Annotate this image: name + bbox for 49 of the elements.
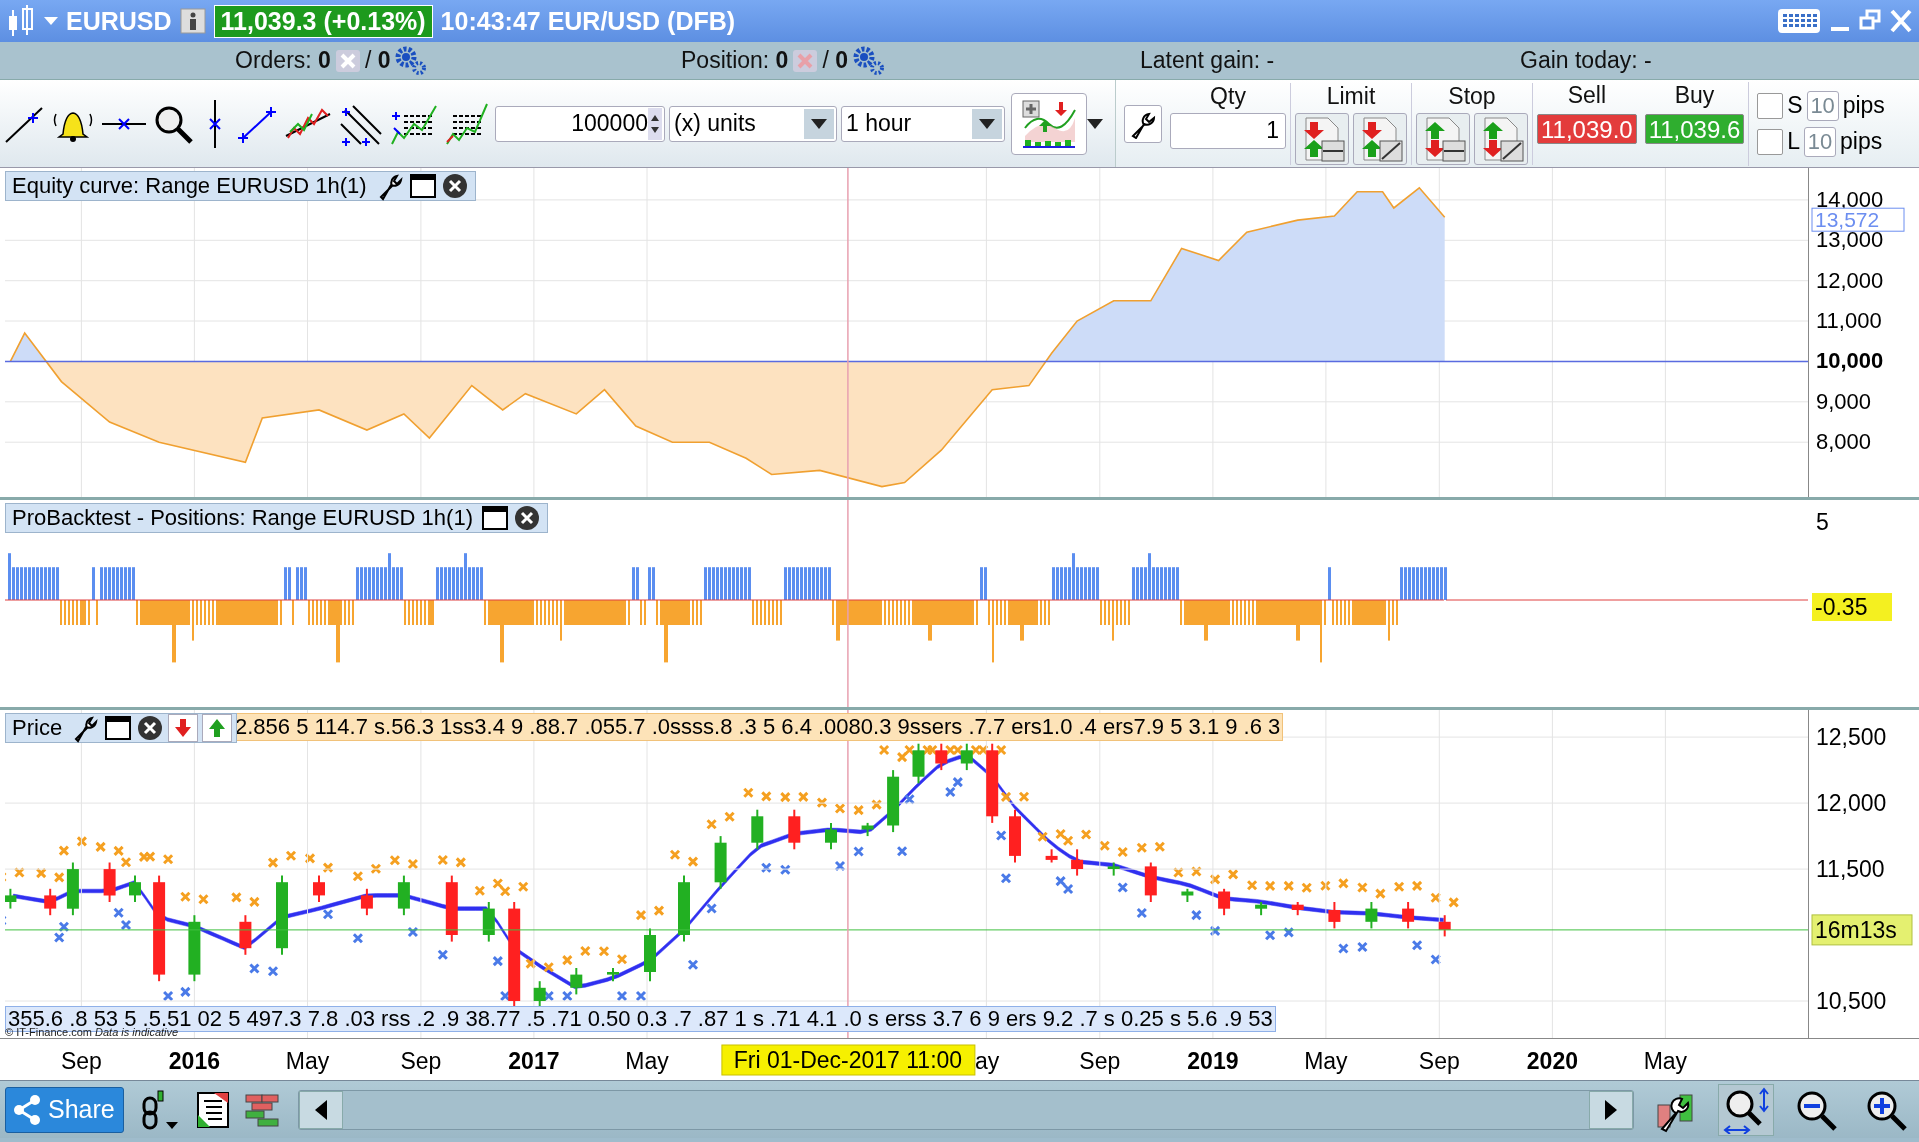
date-label: Sep: [1079, 1048, 1121, 1074]
orders-count: Orders: 0: [235, 47, 331, 74]
copyright-notice: © IT-Finance.com Data is indicative: [5, 1026, 179, 1038]
axis-tick-label: 12,500: [1816, 724, 1887, 751]
panel-title: ProBacktest - Positions: Range EURUSD 1h(1): [12, 505, 473, 531]
date-label: May: [625, 1048, 669, 1074]
axis-tick-label: 8,000: [1816, 429, 1872, 455]
column-label: Stop: [1448, 82, 1496, 111]
column-label: Limit: [1326, 82, 1376, 111]
unit-label: pips: [1842, 92, 1885, 119]
date-label: May: [1643, 1048, 1688, 1074]
date-label: 2019: [1187, 1048, 1239, 1074]
date-label: May: [1304, 1048, 1348, 1074]
column-label: Qty: [1210, 82, 1246, 111]
crosshair-date-label: Fri 01-Dec-2017 11:00: [721, 1044, 976, 1076]
latent-gain: Latent gain: -: [1140, 47, 1275, 74]
last-value-label: 13,572: [1811, 207, 1905, 232]
current-value-label: -0.35: [1812, 593, 1892, 621]
protection-label: L: [1787, 128, 1801, 155]
unit-label: pips: [1840, 128, 1883, 155]
protection-label: S: [1787, 92, 1803, 119]
quote-time: 10:43:47 EUR/USD (DFB): [440, 6, 736, 36]
price-change-badge: 11,039.3 (+0.13%): [213, 4, 433, 38]
pending-count: / 0: [364, 47, 391, 74]
panel-title: Price: [12, 715, 63, 741]
date-label: May: [285, 1048, 330, 1074]
axis-tick-label: 10,500: [1816, 988, 1887, 1014]
axis-tick-label: 11,500: [1816, 856, 1885, 883]
date-label: 2016: [168, 1048, 220, 1074]
date-label: ay: [974, 1048, 1000, 1074]
column-label: Sell: [1567, 81, 1606, 110]
axis-tick-label: 11,000: [1816, 308, 1882, 333]
position-count: Position: 0: [681, 47, 789, 74]
date-label: Sep: [400, 1048, 442, 1074]
axis-tick-label: 12,000: [1816, 267, 1884, 293]
axis-tick-label: 9,000: [1816, 388, 1872, 414]
axis-tick-label: 10,000: [1816, 348, 1884, 374]
gain-today: Gain today: -: [1520, 47, 1652, 74]
countdown-label: 16m13s: [1811, 914, 1913, 946]
instrument-symbol: EURUSD: [66, 6, 172, 36]
date-label: 2017: [508, 1048, 560, 1074]
date-label: Sep: [60, 1048, 102, 1074]
panel-title: Equity curve: Range EURUSD 1h(1): [12, 173, 367, 199]
column-label: Buy: [1674, 81, 1715, 110]
axis-tick-label: 12,000: [1816, 790, 1887, 817]
pending-count: / 0: [822, 47, 848, 74]
axis-tick-label: 5: [1816, 509, 1829, 535]
date-label: Sep: [1418, 1048, 1460, 1074]
date-label: 2020: [1526, 1048, 1578, 1074]
